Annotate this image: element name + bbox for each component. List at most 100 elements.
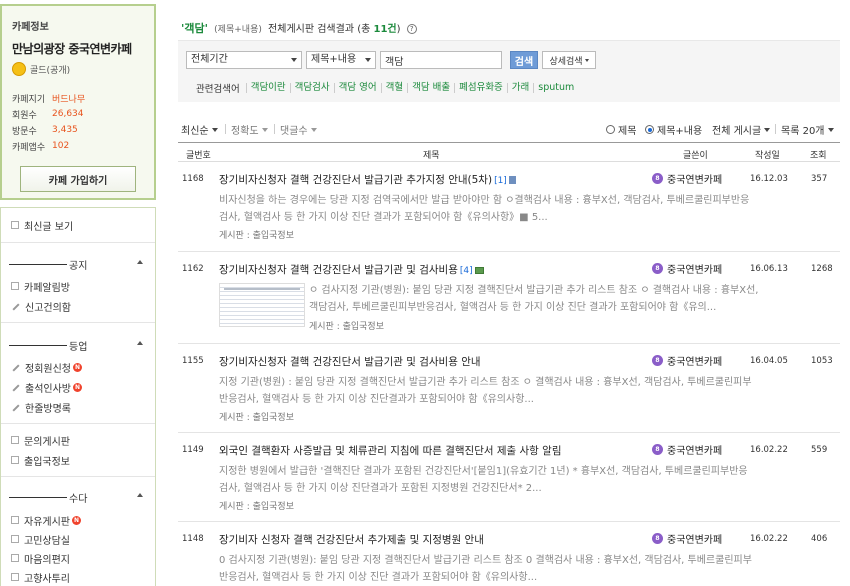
menu-label: 한줄방명록 bbox=[25, 403, 71, 415]
menu-item-free-board[interactable]: 자유게시판 N bbox=[11, 513, 81, 528]
post-title-text[interactable]: 장기비자 신청자 결핵 건강진단서 추가제출 및 지정병원 안내 bbox=[219, 534, 484, 546]
related-keyword[interactable]: 가래 bbox=[506, 83, 533, 93]
col-views: 조회 bbox=[810, 151, 827, 161]
stat-value[interactable]: 102 bbox=[52, 141, 69, 151]
post-author[interactable]: 8 중국연변카페 bbox=[652, 531, 722, 546]
post-author[interactable]: 8 중국연변카페 bbox=[652, 171, 722, 186]
menu-item-attendance[interactable]: 출석인사방 N bbox=[11, 380, 82, 395]
level-badge-icon: 8 bbox=[652, 263, 663, 274]
menu-label: 카페알림방 bbox=[24, 282, 70, 294]
post-title[interactable]: 외국인 결핵환자 사증발급 및 체류관리 지침에 따른 결핵진단서 제출 사항 … bbox=[219, 443, 562, 458]
help-icon[interactable]: ? bbox=[406, 24, 417, 34]
chevron-down-icon bbox=[827, 127, 834, 132]
author-name[interactable]: 중국연변카페 bbox=[667, 353, 722, 368]
sort-comments[interactable]: 댓글수 bbox=[280, 122, 317, 137]
level-badge-icon: 8 bbox=[652, 444, 663, 455]
search-input[interactable] bbox=[380, 51, 502, 69]
post-title[interactable]: 장기비자신청자 결핵 건강진단서 발급기관 추가지정 안내(5차) [1] bbox=[219, 172, 516, 187]
field-select[interactable]: 제목+내용 bbox=[306, 51, 376, 69]
post-number: 1155 bbox=[182, 356, 204, 366]
menu-item-cafe-notice[interactable]: 카페알림방 bbox=[11, 279, 70, 294]
cafe-grade: 골드(공개) bbox=[12, 62, 70, 76]
menu-group-rating[interactable]: 등업 bbox=[9, 338, 149, 353]
post-views: 406 bbox=[811, 534, 828, 544]
post-title-text[interactable]: 장기비자신청자 결핵 건강진단서 발급기관 및 검사비용 bbox=[219, 264, 458, 276]
chevron-down-icon bbox=[584, 58, 589, 62]
radio-title-only[interactable]: 제목 bbox=[606, 122, 636, 137]
group-line bbox=[9, 344, 67, 346]
post-board[interactable]: 게시판 : 출입국정보 bbox=[219, 410, 294, 423]
collapse-caret-icon[interactable] bbox=[137, 260, 143, 264]
related-keyword[interactable]: 객담검사 bbox=[289, 83, 334, 93]
post-board[interactable]: 게시판 : 출입국정보 bbox=[309, 319, 384, 332]
menu-item-immigration[interactable]: 출입국정보 bbox=[11, 453, 70, 468]
menu-item-report[interactable]: 신고건의함 bbox=[11, 299, 71, 314]
comment-count[interactable]: [4] bbox=[460, 266, 473, 276]
table-row: 1148 장기비자 신청자 결핵 건강진단서 추가제출 및 지정병원 안내 0 … bbox=[178, 522, 840, 586]
related-keyword[interactable]: 객담 배출 bbox=[407, 83, 454, 93]
snippet-line: 비자신청을 하는 경우에는 당관 지정 검역국에서만 발급 받아야만 함 ㅇ결핵… bbox=[219, 195, 750, 206]
sort-accuracy[interactable]: 정확도 bbox=[231, 122, 268, 137]
cafe-name[interactable]: 만남의광장 중국연변카페 bbox=[12, 40, 132, 57]
post-author[interactable]: 8 중국연변카페 bbox=[652, 442, 722, 457]
menu-item-guestbook[interactable]: 한줄방명록 bbox=[11, 400, 71, 415]
stat-value: 3,435 bbox=[52, 125, 78, 135]
comment-count[interactable]: [1] bbox=[494, 176, 507, 186]
post-title-text[interactable]: 장기비자신청자 결핵 건강진단서 발급기관 및 검사비용 안내 bbox=[219, 356, 481, 368]
author-name[interactable]: 중국연변카페 bbox=[667, 531, 722, 546]
menu-latest-posts[interactable]: 최신글 보기 bbox=[11, 218, 74, 233]
radio-button[interactable] bbox=[606, 125, 615, 134]
board-filter-dropdown[interactable]: 전체 게시글 bbox=[712, 122, 771, 137]
related-keyword[interactable]: sputum bbox=[533, 83, 578, 93]
post-author[interactable]: 8 중국연변카페 bbox=[652, 353, 722, 368]
author-name[interactable]: 중국연변카페 bbox=[667, 171, 722, 186]
radio-title-content[interactable]: 제목+내용 bbox=[645, 122, 702, 137]
menu-group-notice[interactable]: 공지 bbox=[9, 257, 149, 272]
post-title[interactable]: 장기비자 신청자 결핵 건강진단서 추가제출 및 지정병원 안내 bbox=[219, 532, 484, 547]
related-keyword[interactable]: 객담이란 bbox=[245, 83, 290, 93]
board-filter-label: 전체 게시글 bbox=[712, 126, 762, 137]
related-keyword[interactable]: 객담 영어 bbox=[333, 83, 381, 93]
related-keyword[interactable]: 객혈 bbox=[380, 83, 407, 93]
post-views: 357 bbox=[811, 174, 828, 184]
pen-icon bbox=[11, 403, 20, 412]
stat-value[interactable]: 26,634 bbox=[52, 109, 84, 119]
post-board[interactable]: 게시판 : 출입국정보 bbox=[219, 499, 294, 512]
post-number: 1168 bbox=[182, 174, 204, 184]
radio-button-selected[interactable] bbox=[645, 125, 654, 134]
post-thumbnail[interactable] bbox=[219, 283, 305, 327]
collapse-caret-icon[interactable] bbox=[137, 341, 143, 345]
list-size-dropdown[interactable]: 목록 20개 bbox=[781, 122, 834, 137]
post-title[interactable]: 장기비자신청자 결핵 건강진단서 발급기관 및 검사비용 [4] bbox=[219, 262, 484, 277]
stat-value[interactable]: 버드나무 bbox=[52, 92, 85, 105]
join-cafe-button[interactable]: 카페 가입하기 bbox=[20, 166, 136, 192]
menu-item-counseling[interactable]: 고민상담실 bbox=[11, 532, 70, 547]
post-author[interactable]: 8 중국연변카페 bbox=[652, 261, 722, 276]
author-name[interactable]: 중국연변카페 bbox=[667, 261, 722, 276]
menu-item-inquiry[interactable]: 문의게시판 bbox=[11, 433, 70, 448]
snippet-line: 지정한 병원에서 발급한 '결핵진단 결과가 포함된 건강진단서'[붙임1](유… bbox=[219, 466, 748, 477]
advanced-search-button[interactable]: 상세검색 bbox=[542, 51, 596, 69]
menu-label: 최신글 보기 bbox=[24, 221, 74, 233]
menu-label: 신고건의함 bbox=[25, 302, 71, 314]
level-badge-icon: 8 bbox=[652, 355, 663, 366]
post-title-text[interactable]: 장기비자신청자 결핵 건강진단서 발급기관 추가지정 안내(5차) bbox=[219, 174, 492, 186]
sort-latest[interactable]: 최신순 bbox=[181, 122, 218, 137]
search-button[interactable]: 검색 bbox=[510, 51, 538, 69]
menu-item-dialect[interactable]: 고향사투리 bbox=[11, 570, 70, 585]
table-row: 1162 장기비자신청자 결핵 건강진단서 발급기관 및 검사비용 [4] ㅇ 검… bbox=[178, 252, 840, 344]
collapse-caret-icon[interactable] bbox=[137, 493, 143, 497]
period-select[interactable]: 전체기간 bbox=[186, 51, 302, 69]
related-keyword[interactable]: 폐섬유화증 bbox=[454, 83, 507, 93]
post-title[interactable]: 장기비자신청자 결핵 건강진단서 발급기관 및 검사비용 안내 bbox=[219, 354, 481, 369]
post-title-text[interactable]: 외국인 결핵환자 사증발급 및 체류관리 지침에 따른 결핵진단서 제출 사항 … bbox=[219, 445, 562, 457]
menu-group-chat[interactable]: 수다 bbox=[9, 490, 149, 505]
author-name[interactable]: 중국연변카페 bbox=[667, 442, 722, 457]
post-snippet: 비자신청을 하는 경우에는 당관 지정 검역국에서만 발급 받아야만 함 ㅇ결핵… bbox=[219, 192, 749, 226]
chevron-down-icon bbox=[310, 127, 317, 132]
board-icon bbox=[11, 573, 19, 581]
menu-label: 자유게시판 bbox=[24, 516, 70, 528]
menu-item-letters[interactable]: 마음의편지 bbox=[11, 551, 70, 566]
menu-item-membership[interactable]: 정회원신청 N bbox=[11, 360, 82, 375]
post-board[interactable]: 게시판 : 출입국정보 bbox=[219, 228, 294, 241]
